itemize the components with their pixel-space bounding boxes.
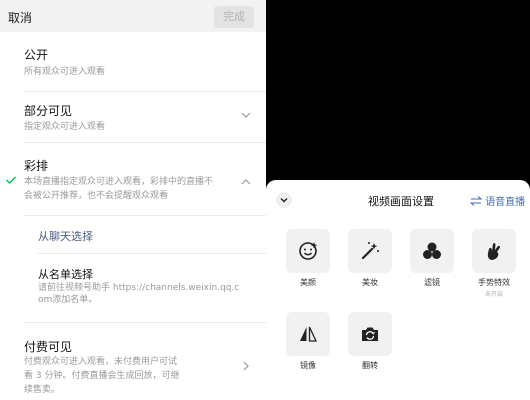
check-icon [5,176,17,185]
tool-label: 手势特效 [478,278,510,287]
sheet-title: 视频画面设置 [368,195,434,208]
tool-box [286,312,330,356]
mirror-icon [300,326,318,342]
filter-circles-icon [423,242,441,259]
tool-box [348,229,392,273]
tool-label: 美妆 [362,278,378,287]
tool-label: 滤镜 [424,278,440,287]
tool-box [286,229,330,273]
list-select-desc: 请前往视频号助手 https://channels.weixin.qq.c [38,283,240,293]
option-desc-line: 本场直播指定观众可进入观看，彩排中的直播不 [24,177,214,187]
tool-box [348,312,392,356]
tool-status-note: 未开启 [484,291,503,298]
tool-mirror[interactable]: 镜像 [286,312,330,371]
top-bar: 取消 完成 [0,0,266,32]
list-select-title: 从名单选择 [38,268,93,281]
option-desc: 指定观众可进入观看 [24,122,106,132]
makeup-wand-icon [361,242,379,260]
chevron-down-icon [280,198,288,203]
option-partial[interactable]: 部分可见 指定观众可进入观看 [0,92,266,144]
tool-label: 美颜 [300,278,316,287]
video-settings-sheet: 视频画面设置 语音直播 美颜 美妆 滤镜 手势特效 未开启 镜像 翻转 [266,180,530,400]
option-rehearsal[interactable]: 彩排 本场直播指定观众可进入观看，彩排中的直播不 会被公开推荐，也不会提醒观众观… [0,144,266,216]
option-title: 付费可见 [24,340,73,354]
option-desc: 所有观众可进入观看 [24,67,106,77]
tool-makeup[interactable]: 美妆 [348,229,392,288]
chevron-down-icon [241,112,251,118]
cancel-button[interactable]: 取消 [8,9,32,26]
tool-box [472,229,516,273]
gesture-hand-icon [487,243,500,260]
option-paid[interactable]: 付费可见 付费观众可进入观看，未付费用户可试 看 3 分钟。付费直播会生成回放，… [0,322,266,400]
beauty-face-icon [299,242,318,260]
visibility-settings-panel: 取消 完成 公开 所有观众可进入观看 部分可见 指定观众可进入观看 彩排 本场直… [0,0,266,400]
option-desc-line: 看 3 分钟。付费直播会生成回放，可继 [24,371,180,381]
divider [24,142,266,143]
option-title: 部分可见 [24,104,73,118]
divider [24,215,266,216]
tool-box [410,229,454,273]
camera-preview: 视频画面设置 语音直播 美颜 美妆 滤镜 手势特效 未开启 镜像 翻转 [266,0,530,400]
chevron-right-icon [243,361,249,371]
tool-beauty[interactable]: 美颜 [286,229,330,288]
tool-filter[interactable]: 滤镜 [410,229,454,288]
option-title: 公开 [24,48,49,62]
tool-flip[interactable]: 翻转 [348,312,392,371]
chevron-up-icon [241,179,251,185]
option-desc-line: 付费观众可进入观看，未付费用户可试 [24,357,178,367]
option-public[interactable]: 公开 所有观众可进入观看 [0,32,266,92]
flip-camera-icon [362,327,378,341]
option-desc-line: 续售卖。 [24,385,61,395]
sheet-header: 视频画面设置 语音直播 [266,192,530,208]
option-desc-line: 会被公开推荐，也不会提醒观众观看 [24,191,169,201]
collapse-button[interactable] [276,192,292,208]
option-title: 彩排 [24,159,49,173]
tool-label: 翻转 [362,361,378,370]
tool-gesture-effects[interactable]: 手势特效 未开启 [472,229,516,298]
divider [38,253,266,254]
voice-live-button[interactable]: 语音直播 [469,193,526,208]
select-from-chat-link[interactable]: 从聊天选择 [38,228,93,244]
done-button[interactable]: 完成 [214,6,254,28]
voice-live-label: 语音直播 [485,197,526,208]
tool-label: 镜像 [300,361,316,370]
list-select-desc: om添加名单。 [38,295,98,305]
switch-arrows-icon [469,196,483,206]
